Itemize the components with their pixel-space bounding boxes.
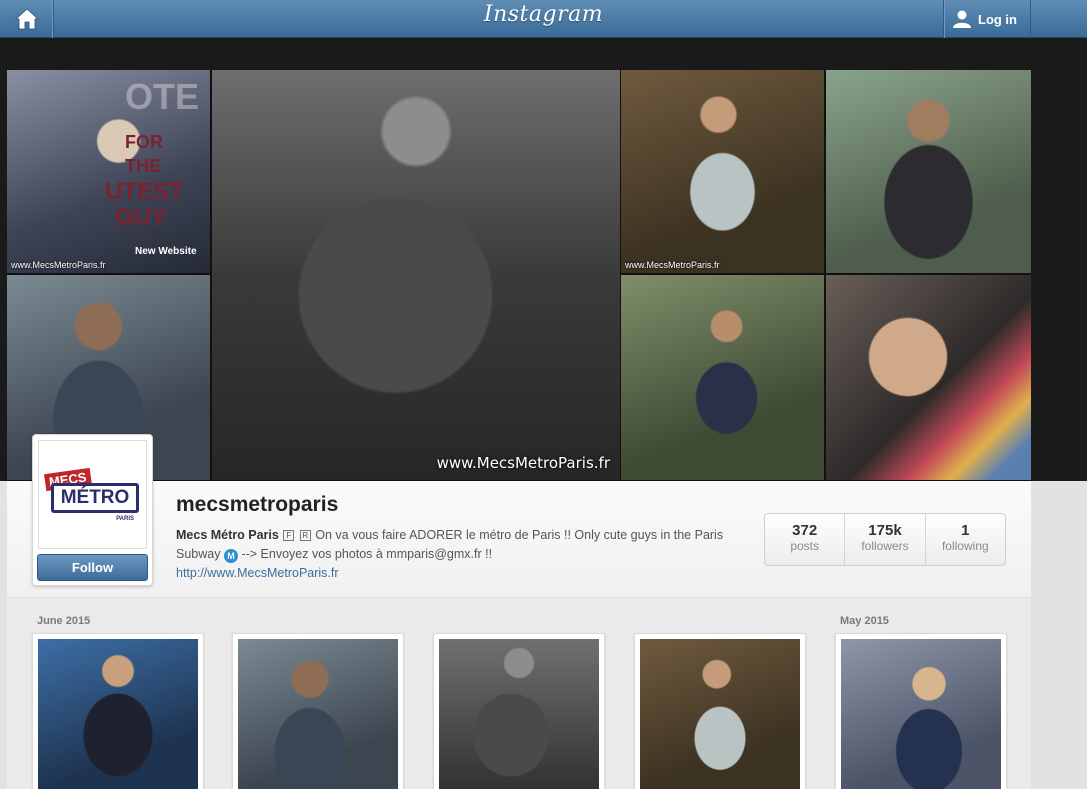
profile-full-name: Mecs Métro Paris [176,528,279,542]
collage-photo[interactable] [621,275,824,480]
top-nav-bar: Instagram Log in [0,0,1087,38]
stat-posts[interactable]: 372 posts [765,514,846,565]
feed-photo-card[interactable] [433,633,605,789]
collage-photo-large[interactable]: www.MecsMetroParis.fr [212,70,620,480]
feed-photo[interactable] [439,639,599,789]
stat-label: following [941,539,989,553]
avatar-logo-metro: MÉTRO [51,483,139,513]
feed-photo-card[interactable] [32,633,204,789]
stat-label: posts [790,539,819,553]
profile-stats: 372 posts 175k followers 1 following [764,513,1006,566]
poster-text: UTEST [105,178,184,205]
poster-text: GUY [115,204,168,231]
watermark-text: www.MecsMetroParis.fr [11,260,106,270]
watermark-text: www.MecsMetroParis.fr [436,454,610,472]
feed-photo-card[interactable] [835,633,1007,789]
stat-label: followers [861,539,909,553]
collage-photo[interactable] [826,275,1031,480]
collage-photo[interactable] [826,70,1031,273]
stat-followers[interactable]: 175k followers [845,514,926,565]
metro-icon: M [223,549,238,563]
feed-photo[interactable] [38,639,198,789]
login-button[interactable]: Log in [943,0,1031,38]
feed-photo-card[interactable] [232,633,404,789]
page-background [0,481,7,789]
poster-text: OTE [125,76,200,117]
flag-f-icon: F [283,530,295,541]
hero-photo-collage: OTE FOR THE UTEST GUY New Website www.Me… [7,70,1031,481]
watermark-text: www.MecsMetroParis.fr [625,260,720,270]
profile-bio: Mecs Métro Paris F R On va vous faire AD… [176,526,736,583]
stat-value: 1 [961,522,970,539]
feed-photo[interactable] [238,639,398,789]
follow-button[interactable]: Follow [37,554,148,581]
website-link[interactable]: http://www.MecsMetroParis.fr [176,564,736,583]
login-label: Log in [978,11,1017,27]
poster-text: FOR [125,132,163,152]
profile-username: mecsmetroparis [176,493,339,516]
avatar-card: MECS MÉTRO PARIS Follow [32,434,153,586]
stat-value: 175k [868,522,902,539]
stat-following[interactable]: 1 following [926,514,1005,565]
user-icon [953,10,971,28]
poster-text: New Website [135,246,197,257]
month-label: May 2015 [840,615,889,627]
feed-photo[interactable] [841,639,1001,789]
bio-text: --> Envoyez vos photos à mmparis@gmx.fr … [241,547,493,561]
stat-value: 372 [792,522,818,539]
collage-photo[interactable]: www.MecsMetroParis.fr [621,70,824,273]
avatar-logo-paris: PARIS [116,516,134,522]
collage-photo[interactable]: OTE FOR THE UTEST GUY New Website www.Me… [7,70,210,273]
feed-photo-card[interactable] [634,633,806,789]
feed-photo[interactable] [640,639,800,789]
page-background [1031,481,1087,789]
avatar[interactable]: MECS MÉTRO PARIS [38,440,147,549]
month-label: June 2015 [37,615,91,627]
poster-text: THE [125,156,161,176]
instagram-logo[interactable]: Instagram [0,2,1087,27]
flag-r-icon: R [299,530,311,541]
